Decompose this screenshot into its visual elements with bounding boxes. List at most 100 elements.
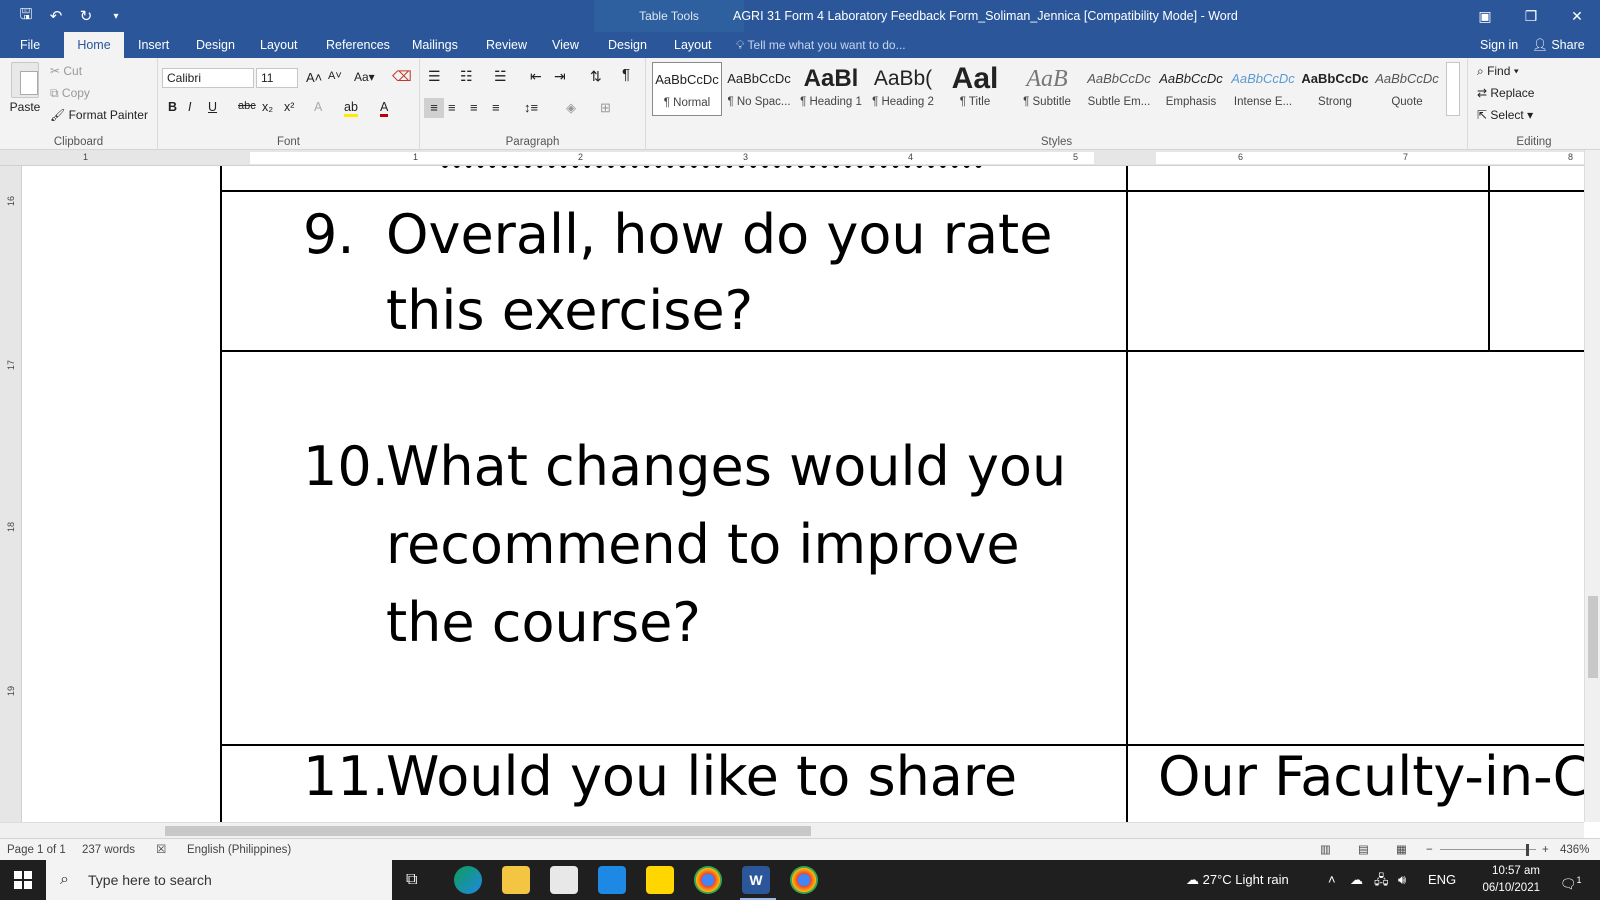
strikethrough-icon[interactable]: abc — [238, 100, 256, 112]
justify-icon[interactable]: ≡ — [492, 98, 500, 118]
bullets-icon[interactable]: ☰ — [428, 68, 441, 85]
print-layout-icon[interactable]: ▤ — [1358, 839, 1369, 861]
clear-formatting-icon[interactable]: ⌫ — [392, 68, 412, 85]
vertical-scrollbar[interactable] — [1584, 150, 1600, 822]
style-no-spacing[interactable]: AaBbCcDc ¶ No Spac... — [724, 62, 794, 116]
style-subtle-emphasis[interactable]: AaBbCcDc Subtle Em... — [1084, 62, 1154, 116]
horizontal-ruler[interactable]: 1 1 2 3 4 5 6 7 8 — [0, 150, 1600, 166]
edge-icon[interactable] — [454, 866, 482, 894]
numbering-icon[interactable]: ☷ — [460, 68, 473, 85]
word-icon[interactable]: W — [742, 866, 770, 894]
align-left-icon[interactable]: ≡ — [424, 98, 444, 118]
language-tray[interactable]: ENG — [1428, 860, 1456, 900]
style-heading-2[interactable]: AaBb( ¶ Heading 2 — [868, 62, 938, 116]
underline-icon[interactable]: U — [208, 100, 217, 114]
zoom-in-icon[interactable]: + — [1542, 839, 1549, 861]
taskbar-search-input[interactable]: ⌕ Type here to search — [46, 860, 392, 900]
replace-button[interactable]: ⇄ Replace — [1477, 86, 1534, 100]
read-mode-icon[interactable]: ▥ — [1320, 839, 1331, 861]
vertical-scroll-thumb[interactable] — [1588, 596, 1598, 678]
zoom-out-icon[interactable]: − — [1426, 839, 1433, 861]
font-color-icon[interactable]: A — [380, 100, 389, 117]
file-explorer-icon[interactable] — [502, 866, 530, 894]
increase-indent-icon[interactable]: ⇥ — [554, 68, 566, 85]
superscript-icon[interactable]: x² — [284, 100, 294, 114]
tab-references[interactable]: References — [316, 32, 400, 58]
sticky-notes-icon[interactable] — [646, 866, 674, 894]
font-family-select[interactable]: Calibri — [162, 68, 254, 88]
style-emphasis[interactable]: AaBbCcDc Emphasis — [1156, 62, 1226, 116]
tab-file[interactable]: File — [10, 32, 50, 58]
horizontal-scroll-thumb[interactable] — [165, 826, 811, 836]
language-indicator[interactable]: English (Philippines) — [187, 839, 291, 861]
tab-review[interactable]: Review — [476, 32, 537, 58]
tray-chevron-icon[interactable]: ˄ — [1328, 860, 1336, 900]
tab-view[interactable]: View — [542, 32, 589, 58]
change-case-icon[interactable]: Aa▾ — [354, 70, 375, 84]
horizontal-scrollbar[interactable] — [0, 822, 1584, 838]
tab-table-design[interactable]: Design — [598, 32, 657, 58]
borders-icon[interactable]: ⊞ — [600, 98, 611, 118]
style-heading-1[interactable]: AaBl ¶ Heading 1 — [796, 62, 866, 116]
italic-icon[interactable]: I — [188, 100, 191, 114]
select-button[interactable]: ⇱ Select ▾ — [1477, 108, 1533, 122]
align-right-icon[interactable]: ≡ — [470, 98, 478, 118]
decrease-indent-icon[interactable]: ⇤ — [530, 68, 542, 85]
vertical-ruler[interactable]: 16 17 18 19 — [0, 166, 22, 822]
zoom-slider[interactable] — [1440, 849, 1536, 850]
onedrive-icon[interactable]: ☁ — [1350, 860, 1363, 900]
style-intense-emphasis[interactable]: AaBbCcDc Intense E... — [1228, 62, 1298, 116]
proofing-icon[interactable]: ☒ — [156, 839, 166, 861]
find-button[interactable]: ⌕ Find ▾ — [1477, 64, 1519, 79]
shading-icon[interactable]: ◈ — [566, 98, 576, 118]
restore-button[interactable]: ❐ — [1508, 0, 1554, 32]
mail-icon[interactable] — [598, 866, 626, 894]
network-icon[interactable]: 🖧︎ — [1374, 860, 1389, 900]
bold-icon[interactable]: B — [168, 100, 177, 114]
task-view-icon[interactable]: ⧉ — [406, 860, 417, 900]
customize-qat-icon[interactable]: ▾ — [104, 4, 128, 28]
tab-layout[interactable]: Layout — [250, 32, 308, 58]
shrink-font-icon[interactable]: A˅ — [328, 70, 342, 82]
line-spacing-icon[interactable]: ↕≡ — [524, 98, 538, 118]
zoom-level[interactable]: 436% — [1560, 839, 1589, 861]
copy-button[interactable]: ⧉ Copy — [50, 86, 90, 101]
sign-in-link[interactable]: Sign in — [1480, 32, 1518, 58]
web-layout-icon[interactable]: ▦ — [1396, 839, 1407, 861]
word-count[interactable]: 237 words — [82, 839, 135, 861]
page-count[interactable]: Page 1 of 1 — [7, 839, 66, 861]
volume-icon[interactable]: 🔊︎ — [1398, 860, 1406, 900]
chrome-profile-icon[interactable] — [790, 866, 818, 894]
styles-scroll[interactable] — [1446, 62, 1460, 116]
font-size-select[interactable]: 11 — [256, 68, 298, 88]
style-normal[interactable]: AaBbCcDc ¶ Normal — [652, 62, 722, 116]
highlight-icon[interactable]: ab — [344, 100, 358, 117]
sort-icon[interactable]: ⇅ — [590, 68, 602, 85]
undo-icon[interactable]: ↶ — [44, 4, 68, 28]
cut-button[interactable]: ✂ Cut — [50, 64, 82, 78]
text-effects-icon[interactable]: A — [314, 100, 322, 114]
windows-start-icon[interactable] — [0, 860, 46, 900]
tab-mailings[interactable]: Mailings — [402, 32, 468, 58]
store-icon[interactable] — [550, 866, 578, 894]
tab-table-layout[interactable]: Layout — [664, 32, 722, 58]
chrome-icon[interactable] — [694, 866, 722, 894]
ribbon-display-button[interactable]: ▣ — [1462, 0, 1508, 32]
paste-button[interactable]: Paste — [8, 62, 42, 114]
subscript-icon[interactable]: x₂ — [262, 100, 273, 114]
grow-font-icon[interactable]: A˄ — [306, 70, 322, 85]
style-strong[interactable]: AaBbCcDc Strong — [1300, 62, 1370, 116]
tell-me-search[interactable]: 💡︎ Tell me what you want to do... — [736, 32, 906, 58]
weather-widget[interactable]: ☁ 27°C Light rain — [1186, 860, 1289, 900]
tab-insert[interactable]: Insert — [128, 32, 179, 58]
tab-design[interactable]: Design — [186, 32, 245, 58]
zoom-slider-handle[interactable] — [1526, 844, 1529, 856]
document-canvas[interactable]: 9. Overall, how do you rate this exercis… — [22, 166, 1584, 822]
style-title[interactable]: Aal ¶ Title — [940, 62, 1010, 116]
style-subtitle[interactable]: AaB ¶ Subtitle — [1012, 62, 1082, 116]
clock[interactable]: 10:57 am 06/10/2021 — [1470, 863, 1540, 897]
redo-icon[interactable]: ↻ — [74, 4, 98, 28]
tab-home[interactable]: Home — [64, 32, 124, 58]
close-button[interactable]: ✕ — [1554, 0, 1600, 32]
format-painter-button[interactable]: 🖌︎ Format Painter — [50, 108, 148, 122]
